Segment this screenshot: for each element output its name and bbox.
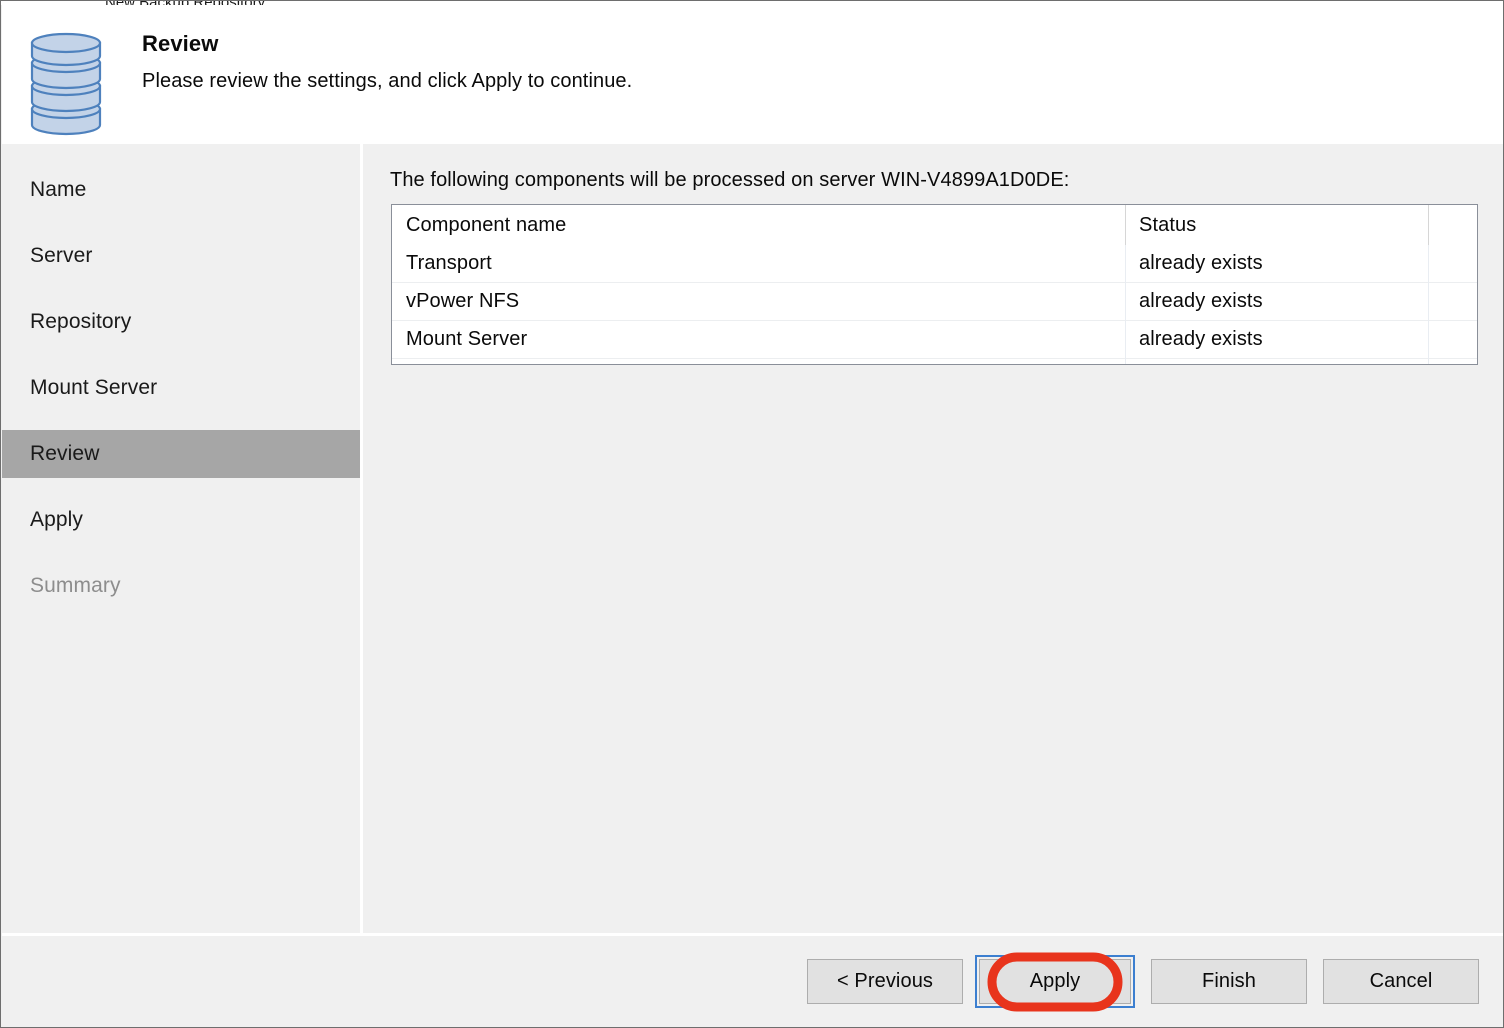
sidebar-item-apply[interactable]: Apply <box>2 496 360 544</box>
table-row[interactable] <box>392 359 1477 364</box>
column-header-status[interactable]: Status <box>1125 205 1428 245</box>
apply-button[interactable]: Apply <box>979 959 1131 1004</box>
column-separator-2 <box>1428 245 1429 364</box>
cancel-button[interactable]: Cancel <box>1323 959 1479 1004</box>
previous-button[interactable]: < Previous <box>807 959 963 1004</box>
cell-extra <box>1428 245 1477 282</box>
cell-component-name: Transport <box>406 252 492 274</box>
wizard-header: Review Please review the settings, and c… <box>2 5 1503 144</box>
cell-status: already exists <box>1139 252 1263 274</box>
table-header-row: Component name Status <box>392 205 1477 245</box>
sidebar-item-label: Repository <box>30 310 132 333</box>
sidebar-item-mount-server[interactable]: Mount Server <box>2 364 360 412</box>
sidebar-item-label: Name <box>30 178 87 201</box>
wizard-main-pane: The following components will be process… <box>363 144 1503 933</box>
table-row[interactable]: vPower NFS already exists <box>392 283 1477 321</box>
sidebar-item-label: Review <box>30 442 100 465</box>
header-text-block: Review Please review the settings, and c… <box>142 28 632 96</box>
wizard-dialog: New Backup Repository <box>0 0 1504 1028</box>
sidebar-item-server[interactable]: Server <box>2 232 360 280</box>
sidebar-item-label: Mount Server <box>30 376 158 399</box>
cell-component-name <box>392 359 1125 364</box>
sidebar-item-repository[interactable]: Repository <box>2 298 360 346</box>
sidebar-item-label: Server <box>30 244 93 267</box>
wizard-footer: < Previous Apply Finish Cancel <box>2 936 1503 1027</box>
page-subtitle: Please review the settings, and click Ap… <box>142 70 633 92</box>
sidebar-item-label: Apply <box>30 508 84 531</box>
column-separator-2-header[interactable] <box>1428 205 1429 245</box>
cell-status: already exists <box>1139 328 1263 350</box>
column-header-component-name[interactable]: Component name <box>392 205 1125 245</box>
table-row[interactable]: Transport already exists <box>392 245 1477 283</box>
sidebar-item-label: Summary <box>30 574 121 597</box>
table-row[interactable]: Mount Server already exists <box>392 321 1477 359</box>
cell-extra <box>1428 283 1477 320</box>
cell-extra <box>1428 359 1477 364</box>
column-separator-1 <box>1125 245 1126 364</box>
cell-component-name: vPower NFS <box>406 290 520 312</box>
sidebar-item-summary: Summary <box>2 562 360 610</box>
wizard-body: Name Server Repository Mount Server Revi… <box>2 144 1503 933</box>
components-table[interactable]: Component name Status Transport already … <box>391 204 1478 365</box>
cell-status <box>1125 359 1428 364</box>
sidebar-item-name[interactable]: Name <box>2 166 360 214</box>
database-cylinder-icon <box>26 29 106 137</box>
column-separator-1-header[interactable] <box>1125 205 1126 245</box>
cell-component-name: Mount Server <box>406 328 528 350</box>
page-title: Review <box>142 31 219 56</box>
column-header-extra[interactable] <box>1428 205 1477 245</box>
cell-status: already exists <box>1139 290 1263 312</box>
cell-extra <box>1428 321 1477 358</box>
finish-button[interactable]: Finish <box>1151 959 1307 1004</box>
wizard-step-sidebar: Name Server Repository Mount Server Revi… <box>2 144 360 933</box>
components-intro-text: The following components will be process… <box>390 169 1070 191</box>
sidebar-item-review[interactable]: Review <box>2 430 360 478</box>
